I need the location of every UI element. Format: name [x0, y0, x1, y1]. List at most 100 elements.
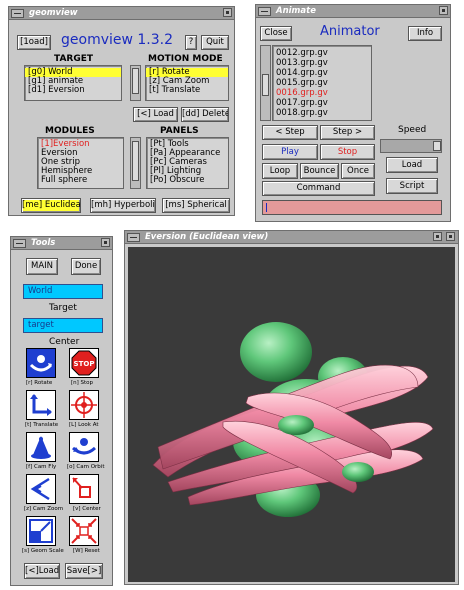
panels-heading: PANELS — [160, 126, 199, 136]
minimize-icon[interactable] — [101, 238, 110, 247]
spherical-button[interactable]: [ms] Spherical — [162, 198, 230, 213]
geomview-titlebar[interactable]: geomview — [9, 7, 234, 20]
tools-window: Tools MAIN Done World Target target Cent… — [10, 236, 113, 586]
minimize-icon[interactable] — [223, 8, 232, 17]
cam-orbit-button[interactable] — [69, 432, 99, 462]
list-item[interactable]: 0014.grp.gv — [273, 68, 371, 78]
script-button[interactable]: Script — [386, 178, 438, 194]
loop-button[interactable]: Loop — [262, 163, 298, 179]
list-item[interactable]: 0017.grp.gv — [273, 98, 371, 108]
close-button[interactable]: Close — [260, 26, 292, 41]
load-file-button[interactable]: [1oad] — [17, 35, 51, 50]
minimize-icon[interactable] — [433, 232, 442, 241]
play-button[interactable]: Play — [262, 144, 318, 160]
reset-label: [W] Reset — [73, 548, 100, 554]
target-heading: TARGET — [54, 54, 94, 64]
window-title: geomview — [29, 8, 78, 18]
euclidean-button[interactable]: [me] Euclidean — [21, 198, 81, 213]
animate-titlebar[interactable]: Animate — [256, 5, 450, 18]
help-button[interactable]: ? — [185, 35, 197, 50]
speed-slider[interactable] — [380, 139, 442, 153]
viewer-titlebar[interactable]: Eversion (Euclidean view) — [125, 231, 458, 244]
translate-button[interactable] — [26, 390, 56, 420]
file-list[interactable]: 0012.grp.gv 0013.grp.gv 0014.grp.gv 0015… — [272, 45, 372, 121]
list-item[interactable]: 0015.grp.gv — [273, 78, 371, 88]
reset-button[interactable] — [69, 516, 99, 546]
stop-label: [n] Stop — [71, 380, 94, 386]
info-button[interactable]: Info — [408, 26, 442, 41]
once-button[interactable]: Once — [341, 163, 375, 179]
panels-list[interactable]: [Pt] Tools [Pa] Appearance [Pc] Cameras … — [146, 137, 229, 189]
speed-label: Speed — [398, 125, 427, 135]
eversion-surface-image — [152, 322, 434, 517]
stop-icon: STOP — [71, 350, 97, 376]
done-button[interactable]: Done — [71, 258, 101, 275]
load-button[interactable]: Load — [386, 157, 438, 173]
quit-button[interactable]: Quit — [201, 35, 229, 50]
window-menu-icon[interactable] — [11, 9, 24, 18]
translate-label: [t] Translate — [25, 422, 59, 428]
viewer-window: Eversion (Euclidean view) — [124, 230, 459, 585]
look-at-icon — [71, 392, 97, 418]
load-button[interactable]: [<] Load — [133, 107, 178, 122]
delete-button[interactable]: [dd] Delete — [181, 107, 229, 122]
hyperbolic-button[interactable]: [mh] Hyperbolic — [90, 198, 156, 213]
geomview-window: geomview [1oad] geomview 1.3.2 ? Quit TA… — [8, 6, 235, 216]
list-item[interactable]: Full sphere — [38, 176, 123, 185]
cam-zoom-icon — [30, 477, 50, 501]
step-forward-button[interactable]: Step > — [320, 125, 375, 140]
minimize-icon[interactable] — [439, 6, 448, 15]
bounce-button[interactable]: Bounce — [300, 163, 339, 179]
geom-scale-button[interactable] — [26, 516, 56, 546]
list-item[interactable]: 0013.grp.gv — [273, 58, 371, 68]
target-field[interactable]: target — [23, 318, 103, 333]
motion-mode-list[interactable]: [r] Rotate [z] Cam Zoom [t] Translate — [145, 65, 229, 101]
stop-button[interactable]: Stop — [320, 144, 375, 160]
translate-icon — [30, 394, 52, 416]
main-button[interactable]: MAIN — [26, 258, 58, 275]
geom-scale-label: [s] Geom Scale — [22, 548, 64, 554]
look-at-button[interactable] — [69, 390, 99, 420]
center-icon — [72, 477, 91, 498]
command-input[interactable] — [262, 200, 442, 215]
window-menu-icon[interactable] — [13, 239, 26, 248]
target-list[interactable]: [g0] World [g1] animate [d1] Eversion — [24, 65, 122, 101]
3d-canvas[interactable] — [128, 247, 455, 582]
list-item[interactable]: [d1] Eversion — [25, 86, 121, 95]
list-item[interactable]: 0016.grp.gv — [273, 88, 371, 98]
panels-scrollbar[interactable] — [130, 137, 141, 189]
window-title: Eversion (Euclidean view) — [145, 232, 269, 242]
motion-mode-heading: MOTION MODE — [148, 54, 223, 64]
cam-fly-icon — [31, 436, 51, 459]
list-item[interactable]: [Po] Obscure — [147, 176, 228, 185]
list-item[interactable]: [t] Translate — [146, 86, 228, 95]
cam-fly-label: [f] Cam Fly — [26, 464, 57, 470]
list-item[interactable]: 0018.grp.gv — [273, 108, 371, 118]
stop-button[interactable]: STOP — [69, 348, 99, 378]
motion-mode-scrollbar[interactable] — [130, 65, 141, 101]
window-menu-icon[interactable] — [127, 233, 140, 242]
cam-fly-button[interactable] — [26, 432, 56, 462]
app-heading: geomview 1.3.2 — [61, 32, 174, 48]
rotate-icon — [29, 355, 53, 372]
center-button[interactable] — [69, 474, 99, 504]
tools-titlebar[interactable]: Tools — [11, 237, 112, 250]
cam-zoom-button[interactable] — [26, 474, 56, 504]
maximize-icon[interactable] — [446, 232, 455, 241]
modules-list[interactable]: [1]Eversion Eversion One strip Hemispher… — [37, 137, 124, 189]
step-back-button[interactable]: < Step — [262, 125, 318, 140]
center-label: Center — [49, 337, 80, 347]
modules-heading: MODULES — [45, 126, 95, 136]
animate-window: Animate Close Animator Info 0012.grp.gv … — [255, 4, 451, 222]
tools-save-button[interactable]: Save[>] — [65, 563, 103, 579]
world-field[interactable]: World — [23, 284, 103, 299]
window-menu-icon[interactable] — [258, 7, 271, 16]
window-title: Animate — [276, 6, 316, 16]
file-list-scrollbar[interactable] — [260, 45, 271, 121]
cam-zoom-label: [z] Cam Zoom — [24, 506, 64, 512]
tools-load-button[interactable]: [<]Load — [24, 563, 60, 579]
list-item[interactable]: 0012.grp.gv — [273, 48, 371, 58]
rotate-button[interactable] — [26, 348, 56, 378]
command-button[interactable]: Command — [262, 181, 375, 196]
look-at-label: [L] Look At — [69, 422, 99, 428]
